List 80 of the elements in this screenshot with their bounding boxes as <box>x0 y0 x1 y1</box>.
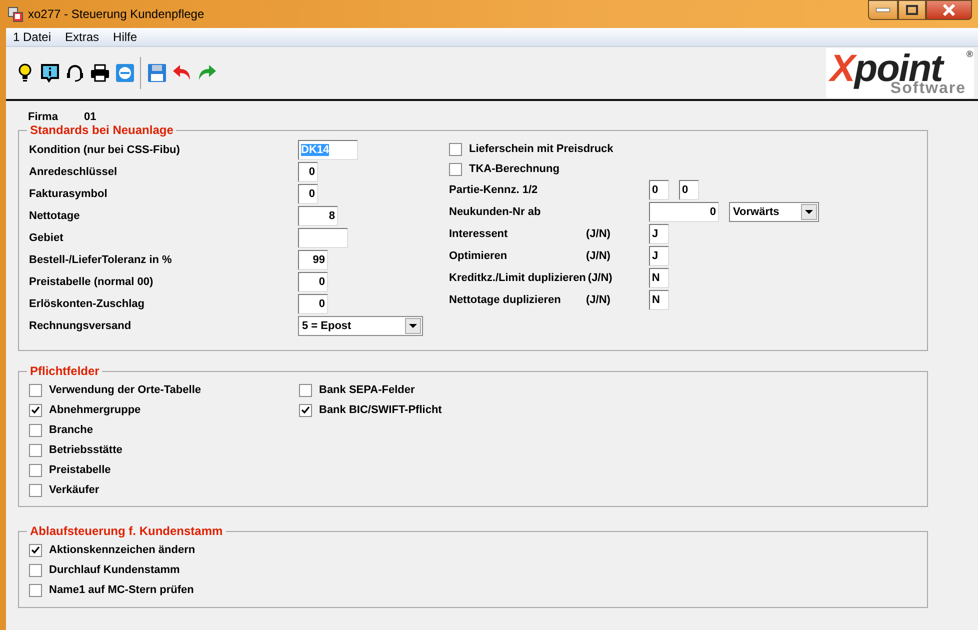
checkbox-label: Betriebsstätte <box>49 442 122 458</box>
checkbox[interactable] <box>29 564 42 576</box>
input-field[interactable]: 0 <box>298 294 328 314</box>
input-field[interactable] <box>298 228 348 248</box>
checkbox[interactable] <box>299 404 312 416</box>
close-button[interactable] <box>926 0 972 20</box>
minimize-icon <box>876 8 890 12</box>
input-field[interactable]: N <box>649 290 669 310</box>
checkbox[interactable] <box>29 444 42 456</box>
checkbox[interactable] <box>29 484 42 496</box>
firma-value: 01 <box>84 110 96 123</box>
field-label: Kreditkz./Limit duplizieren <box>449 270 586 286</box>
minimize-button[interactable] <box>868 0 898 20</box>
input-field[interactable]: 0 <box>649 202 719 222</box>
dropdown[interactable]: Vorwärts <box>729 202 819 222</box>
field-label: Fakturasymbol <box>29 186 108 202</box>
firma-label: Firma <box>28 110 58 123</box>
checkbox-label: Verkäufer <box>49 482 100 498</box>
checkbox[interactable] <box>29 584 42 596</box>
checkbox-label: Durchlauf Kundenstamm <box>49 562 180 578</box>
field-label: Anredeschlüssel <box>29 164 118 180</box>
checkbox[interactable] <box>29 424 42 436</box>
input-field[interactable]: 0 <box>298 162 318 182</box>
close-icon <box>942 4 956 16</box>
company-logo: Xpoint ® Software <box>826 48 974 98</box>
window-title: xo277 - Steuerung Kundenpflege <box>28 6 204 23</box>
format-hint: (J/N) <box>586 248 612 264</box>
menu-item[interactable]: 1 Datei <box>6 28 58 46</box>
input-field[interactable]: 0 <box>298 184 318 204</box>
dropdown-arrow-icon <box>409 324 417 328</box>
checkbox[interactable] <box>29 384 42 396</box>
checkbox-label: Branche <box>49 422 94 438</box>
menu-item[interactable]: Hilfe <box>106 28 144 46</box>
field-label: Partie-Kennz. 1/2 <box>449 182 539 198</box>
checkbox[interactable] <box>299 384 312 396</box>
field-label: Interessent <box>449 226 509 242</box>
checkbox-label: Aktionskennzeichen ändern <box>49 542 196 558</box>
field-label: Erlöskonten-Zuschlag <box>29 296 146 312</box>
checkbox-label: Lieferschein mit Preisdruck <box>469 142 614 157</box>
field-label: Optimieren <box>449 248 508 264</box>
field-label: Nettotage <box>29 208 81 224</box>
input-field[interactable]: 0 <box>298 272 328 292</box>
input-field[interactable]: 99 <box>298 250 328 270</box>
checkbox-label: Bank BIC/SWIFT-Pflicht <box>319 402 442 418</box>
format-hint: (J/N) <box>586 292 612 308</box>
checkbox[interactable] <box>29 464 42 476</box>
field-label: Preistabelle (normal 00) <box>29 274 154 290</box>
input-field[interactable]: 8 <box>298 206 338 226</box>
checkbox-label: Verwendung der Orte-Tabelle <box>49 382 201 398</box>
checkbox-label: Abnehmergruppe <box>49 402 141 418</box>
group-title: Pflichtfelder <box>29 364 100 378</box>
format-hint: (J/N) <box>588 270 614 286</box>
field-label: Nettotage duplizieren <box>449 292 562 308</box>
maximize-button[interactable] <box>898 0 926 20</box>
field-label: Bestell-/LieferToleranz in % <box>29 252 173 268</box>
checkbox[interactable] <box>29 544 42 556</box>
input-field[interactable]: 0 <box>679 180 699 200</box>
checkbox-label: TKA-Berechnung <box>469 162 560 177</box>
dropdown[interactable]: 5 = Epost <box>298 316 423 336</box>
input-field[interactable]: J <box>649 224 669 244</box>
checkbox-label: Preistabelle <box>49 462 111 478</box>
input-field[interactable]: J <box>649 246 669 266</box>
maximize-icon <box>906 5 918 15</box>
group-title: Standards bei Neuanlage <box>29 123 174 137</box>
menu-item[interactable]: Extras <box>58 28 106 46</box>
checkbox[interactable] <box>449 142 462 156</box>
field-label: Gebiet <box>29 230 64 246</box>
field-label: Neukunden-Nr ab <box>449 204 542 220</box>
checkbox[interactable] <box>29 404 42 416</box>
field-label: Rechnungsversand <box>29 318 132 334</box>
format-hint: (J/N) <box>586 226 612 242</box>
field-label: Kondition (nur bei CSS-Fibu) <box>29 142 181 158</box>
checkbox-label: Name1 auf MC-Stern prüfen <box>49 582 194 598</box>
input-field[interactable]: N <box>648 268 669 288</box>
checkbox-label: Bank SEPA-Felder <box>319 382 415 398</box>
checkbox[interactable] <box>449 162 462 176</box>
window-icon <box>8 6 23 22</box>
group-title: Ablaufsteuerung f. Kundenstamm <box>29 524 224 538</box>
input-field[interactable]: 0 <box>649 180 669 200</box>
dropdown-arrow-icon <box>805 210 813 214</box>
